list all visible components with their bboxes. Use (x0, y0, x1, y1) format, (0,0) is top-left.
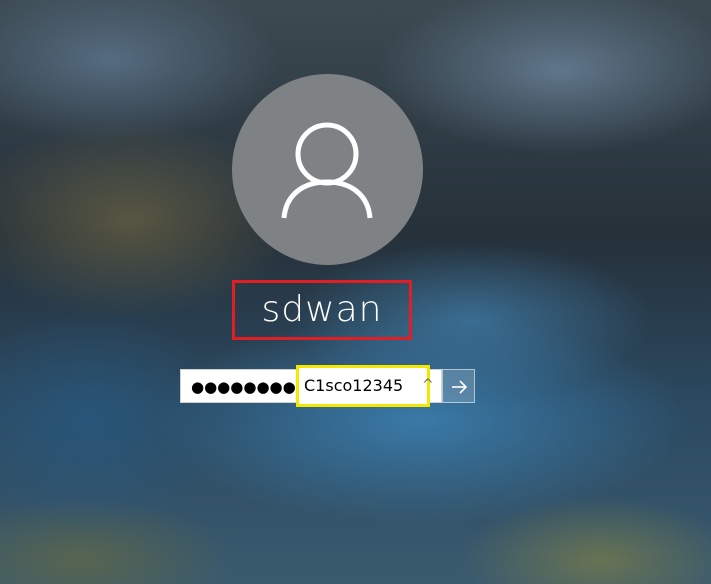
user-silhouette-icon (281, 122, 373, 219)
user-avatar (232, 74, 423, 265)
password-row: ●●●●●●●●●● C1sco12345 ^ (180, 365, 475, 407)
submit-button[interactable] (442, 369, 475, 403)
caret-up-icon[interactable]: ^ (422, 374, 434, 396)
username-label: sdwan (261, 289, 383, 330)
lock-screen: sdwan ●●●●●●●●●● C1sco12345 ^ (0, 0, 711, 584)
arrow-right-icon (452, 380, 468, 394)
password-revealed-value: C1sco12345 (304, 376, 404, 395)
